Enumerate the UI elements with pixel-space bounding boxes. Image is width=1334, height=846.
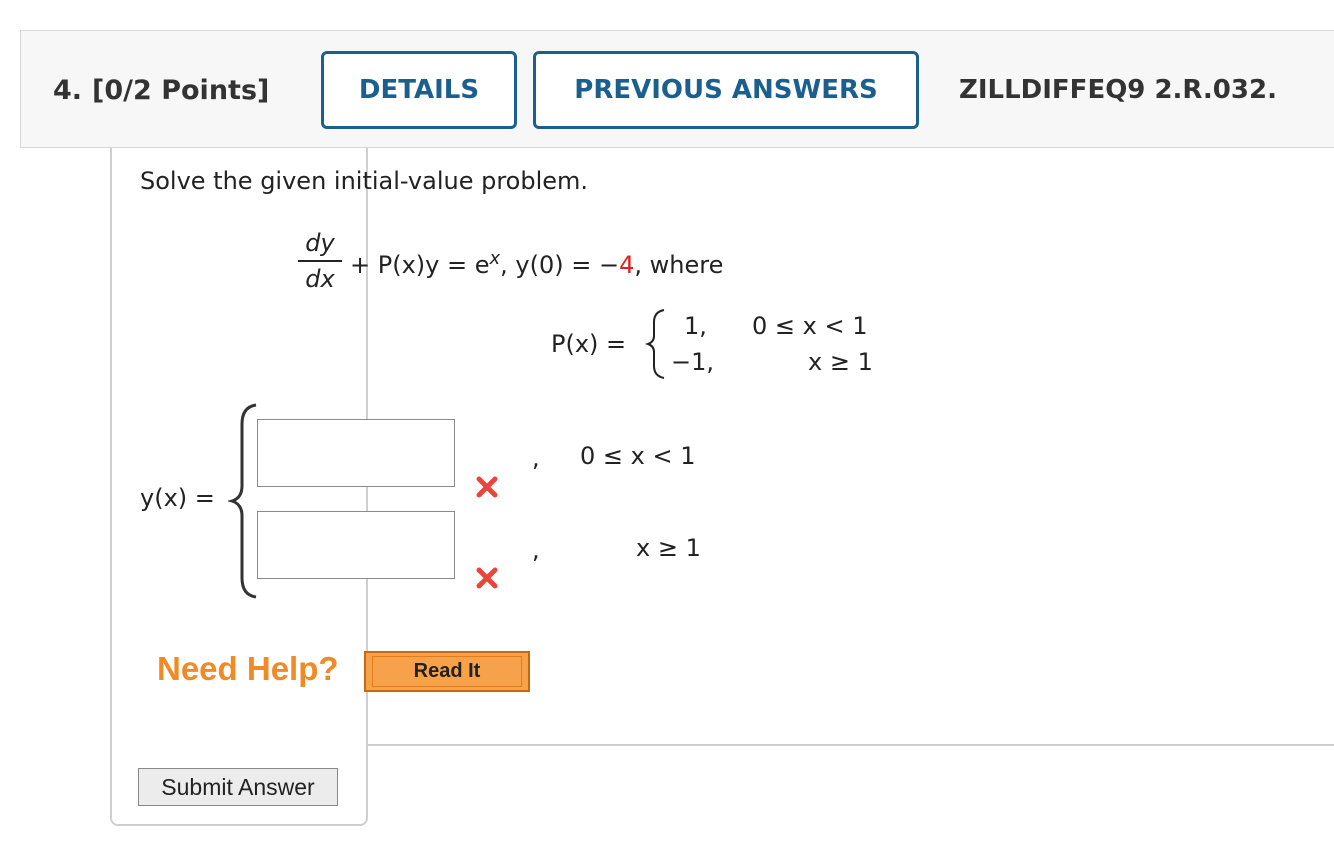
question-number: 4.	[53, 75, 83, 106]
px-label: P(x) =	[551, 330, 627, 358]
equation-part2: , y(0) = −	[500, 251, 620, 279]
px-case1-condition: 0 ≤ x < 1	[752, 312, 868, 340]
equation-exponent: x	[489, 248, 501, 269]
equation-part1: + P(x)y = e	[350, 251, 490, 279]
case1-comma: ,	[532, 444, 540, 472]
card-divider	[366, 744, 1334, 746]
answer-input-case1[interactable]	[257, 419, 455, 487]
answer-input-case2[interactable]	[257, 511, 455, 579]
answer-case1-condition: 0 ≤ x < 1	[580, 442, 696, 470]
answer-label: y(x) =	[140, 484, 215, 512]
fraction-numerator: dy	[305, 229, 335, 257]
previous-answers-button[interactable]: PREVIOUS ANSWERS	[533, 51, 919, 129]
answer-case2-condition: x ≥ 1	[636, 534, 701, 562]
page: 4. [0/2 Points] DETAILS PREVIOUS ANSWERS …	[0, 0, 1334, 846]
px-case2-value: −1,	[671, 348, 715, 376]
case2-comma: ,	[532, 536, 540, 564]
question-title: 4. [0/2 Points]	[53, 75, 269, 106]
details-button[interactable]: DETAILS	[321, 51, 517, 129]
left-brace-icon	[228, 403, 257, 599]
question-header: 4. [0/2 Points] DETAILS PREVIOUS ANSWERS …	[20, 30, 1334, 148]
read-it-label: Read It	[372, 656, 522, 687]
equation-part3: , where	[634, 251, 724, 279]
need-help-label: Need Help?	[157, 650, 339, 687]
fraction-denominator: dx	[305, 265, 335, 293]
left-brace-icon	[644, 309, 665, 379]
derivative-fraction: dy dx	[298, 230, 342, 292]
px-case1-value: 1,	[684, 312, 707, 340]
problem-prompt: Solve the given initial-value problem.	[140, 167, 589, 195]
x-mark-icon	[476, 567, 498, 589]
x-mark-icon	[476, 476, 498, 498]
read-it-button[interactable]: Read It	[364, 651, 530, 692]
initial-value: 4	[619, 251, 635, 279]
fraction-bar	[298, 260, 342, 262]
submit-answer-button[interactable]: Submit Answer	[138, 768, 338, 806]
question-points: [0/2 Points]	[92, 75, 270, 106]
px-case2-condition: x ≥ 1	[808, 348, 873, 376]
equation-text: + P(x)y = ex, y(0) = −4, where	[350, 248, 723, 279]
question-id: ZILLDIFFEQ9 2.R.032.	[959, 75, 1277, 105]
